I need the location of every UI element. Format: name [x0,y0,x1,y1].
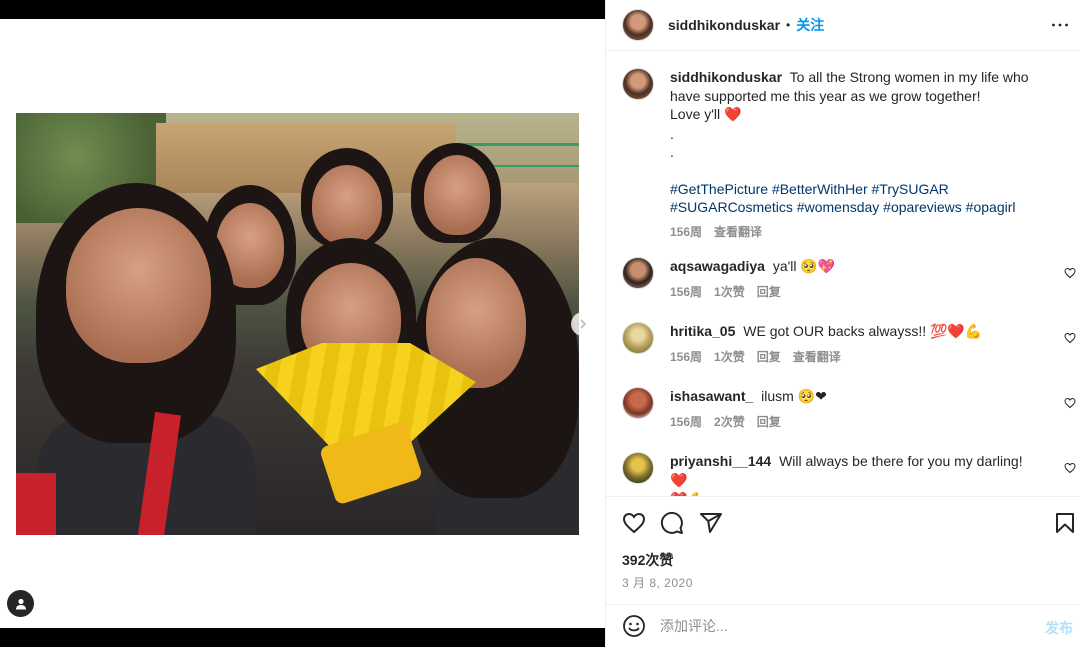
comment-item: aqsawagadiya ya'll 🥺💖 156周 1次赞 回复 [622,257,1062,301]
comment-meta: 156周 2次赞 回复 [670,413,1040,432]
author-avatar[interactable] [622,68,654,100]
comment-meta: 156周 1次赞 回复 [670,283,1040,302]
post-header: siddhikonduskar • 关注 [606,0,1080,51]
top-letterbox [0,0,605,19]
caption-text-line2: Love y'll [670,106,721,122]
comment-username[interactable]: hritika_05 [670,323,735,339]
save-button[interactable] [1053,511,1077,535]
like-comment-heart-icon[interactable] [1064,462,1076,474]
see-translation-button[interactable]: 查看翻译 [793,348,841,367]
comment-body: aqsawagadiya ya'll 🥺💖 156周 1次赞 回复 [670,257,1040,301]
comment-text: Will always be there for you my darling! [779,453,1023,469]
more-options-button[interactable] [1049,14,1071,36]
bookmark-icon [1056,513,1074,533]
comment-likes[interactable]: 2次赞 [714,413,745,432]
comment-button[interactable] [660,511,684,535]
caption-username[interactable]: siddhikonduskar [670,69,782,85]
comment-item: ishasawant_ ilusm 🥺❤ 156周 2次赞 回复 [622,387,1062,431]
add-comment-bar: 发布 [606,604,1080,647]
commenter-avatar[interactable] [622,322,654,354]
comment-username[interactable]: priyanshi__144 [670,453,771,469]
comment-text: ilusm [761,388,794,404]
more-horizontal-icon [1052,23,1068,27]
caption-time[interactable]: 156周 [670,223,702,242]
comment-icon [660,511,683,534]
separator-dot: • [786,18,791,32]
author-username[interactable]: siddhikonduskar [668,17,780,33]
comment-meta: 156周 1次赞 回复 查看翻译 [670,348,1040,367]
post-comment-button[interactable]: 发布 [1045,618,1073,638]
share-button[interactable] [699,511,723,535]
comment-item: hritika_05 WE got OUR backs alwayss!! 💯❤… [622,322,1062,366]
commenter-avatar[interactable] [622,387,654,419]
caption-meta: 156周 查看翻译 [670,223,1040,242]
like-comment-heart-icon[interactable] [1064,332,1076,344]
comments-list[interactable]: siddhikonduskar To all the Strong women … [606,52,1080,496]
like-comment-heart-icon[interactable] [1064,267,1076,279]
comment-emojis: ❤️ [670,472,688,489]
comment-username[interactable]: aqsawagadiya [670,258,765,274]
comment-emojis: 💯❤️💪 [929,324,983,340]
like-comment-heart-icon[interactable] [1064,397,1076,409]
media-pane [0,0,605,647]
comment-text: ya'll [772,258,797,274]
comment-emojis: 🥺❤ [797,389,827,405]
comment-time[interactable]: 156周 [670,348,702,367]
emoji-smile-icon[interactable] [622,614,646,638]
user-icon [15,598,26,609]
post-sidebar: siddhikonduskar • 关注 siddhikonduskar To … [605,0,1080,647]
caption-dot: . [670,144,674,160]
photo-face [66,208,211,363]
heart-emoji: ❤️ [724,107,742,123]
comment-input[interactable] [660,615,1020,637]
follow-button[interactable]: 关注 [796,15,824,35]
photo-face [312,165,382,245]
comment-time[interactable]: 156周 [670,283,702,302]
author-avatar[interactable] [622,9,654,41]
likes-count[interactable]: 392次赞 [622,550,673,570]
comment-username[interactable]: ishasawant_ [670,388,753,404]
comment-text: WE got OUR backs alwayss!! [743,323,927,339]
send-icon [700,513,722,533]
like-button[interactable] [622,511,646,535]
see-translation-button[interactable]: 查看翻译 [714,223,762,242]
comment-emojis: 🥺💖 [800,259,836,275]
commenter-avatar[interactable] [622,452,654,484]
caption-body: siddhikonduskar To all the Strong women … [670,68,1040,241]
caption: siddhikonduskar To all the Strong women … [622,68,1062,241]
reply-button[interactable]: 回复 [757,348,781,367]
comment-likes[interactable]: 1次赞 [714,348,745,367]
comment-time[interactable]: 156周 [670,413,702,432]
chevron-right-icon [580,319,587,329]
heart-icon [622,512,646,534]
post-photo[interactable] [16,113,579,535]
comment-body: ishasawant_ ilusm 🥺❤ 156周 2次赞 回复 [670,387,1040,431]
post-date[interactable]: 3 月 8, 2020 [622,574,693,591]
comment-body: priyanshi__144 Will always be there for … [670,452,1040,496]
bottom-letterbox [0,628,605,647]
commenter-avatar[interactable] [622,257,654,289]
reply-button[interactable]: 回复 [757,413,781,432]
caption-hashtags[interactable]: #GetThePicture #BetterWithHer #TrySUGAR … [670,180,1040,217]
comment-item: priyanshi__144 Will always be there for … [622,452,1062,496]
tagged-users-button[interactable] [7,590,34,617]
photo-face [424,155,490,235]
next-image-button[interactable] [571,312,595,336]
comment-likes[interactable]: 1次赞 [714,283,745,302]
reply-button[interactable]: 回复 [757,283,781,302]
post-actions: 392次赞 3 月 8, 2020 [606,496,1080,604]
caption-dot: . [670,125,674,142]
photo-red-scarf [16,473,56,535]
comment-body: hritika_05 WE got OUR backs alwayss!! 💯❤… [670,322,1040,366]
